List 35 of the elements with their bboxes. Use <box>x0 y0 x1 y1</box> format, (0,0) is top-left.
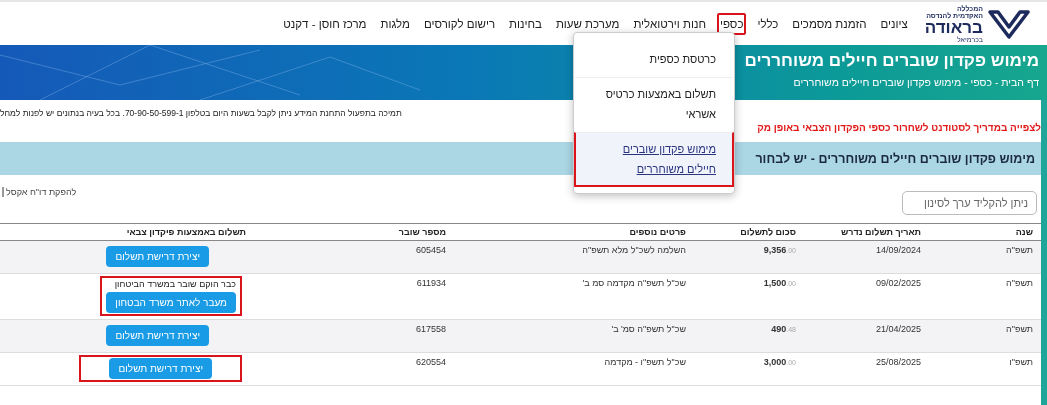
nav-item[interactable]: מרכז חוסן - דקנט <box>280 12 370 35</box>
nav-item[interactable]: מערכת שעות <box>552 12 623 35</box>
guide-link[interactable]: לצפייה במדריך לסטודנט לשחרור כספי הפקדון הצבאי באופן מק <box>757 121 1041 135</box>
table-cell: 617558 <box>254 320 454 353</box>
logo-name: בראודה <box>924 18 983 36</box>
column-header: מספר שובר <box>254 223 454 241</box>
nav-item[interactable]: כללי <box>754 12 782 35</box>
nav-item[interactable]: ציונים <box>877 12 911 35</box>
page-title: מימוש פקדון שוברים חיילים משוחררים <box>744 51 1039 71</box>
section-title: מימוש פקדון שוברים חיילים משוחררים - יש לבחור <box>755 151 1035 166</box>
voucher-note: כבר הוקם שובר במשרד הביטחון <box>114 279 236 289</box>
nav-item[interactable]: מלגות <box>377 12 413 35</box>
table-cell: תשפ"ו <box>929 353 1041 386</box>
table-cell: השלמה לשכ"ל מלא תשפ"ה <box>454 241 694 274</box>
filter-field[interactable]: ניתן להקליד ערך לסינון <box>902 191 1037 215</box>
excel-link[interactable]: להפקת דו"ח אקסל <box>2 187 77 197</box>
table-cell: תשפ"ה <box>929 241 1041 274</box>
menu-item[interactable]: כרטסת כספית <box>574 41 734 77</box>
nav-item[interactable]: חנות וירטואלית <box>630 12 709 35</box>
table-cell: 14/09/2024 <box>804 241 929 274</box>
table-cell: שכ"ל תשפ"ו - מקדמה <box>454 353 694 386</box>
breadcrumb: דף הבית - כספי - מימוש פקדון שוברים חיילים משוחררים <box>793 76 1039 88</box>
nav-item[interactable]: בחינות <box>506 12 545 35</box>
menu-item[interactable]: מימוש פקדון שוברים חיילים משוחררים <box>574 132 734 187</box>
table-cell: שכ"ל תשפ"ה סמ' ב' <box>454 320 694 353</box>
column-header: תשלום באמצעות פיקדון צבאי <box>0 223 254 241</box>
table-cell: 21/04/2025 <box>804 320 929 353</box>
support-text: תמיכה בתפעול התחנת המידע ניתן לקבל בשעות היום בטלפון 70-90-50-599-1. בכל בעיה בנתונים יש לפנות למחל <box>0 107 402 119</box>
table-cell: 620554 <box>254 353 454 386</box>
nav-item[interactable]: רישום לקורסים <box>420 12 499 35</box>
table-cell: תשפ"ה <box>929 320 1041 353</box>
column-header: פרטים נוספים <box>454 223 694 241</box>
table-cell: 605454 <box>254 241 454 274</box>
nav-item[interactable]: הזמנת מסמכים <box>789 12 870 35</box>
table-cell: 25/08/2025 <box>804 353 929 386</box>
